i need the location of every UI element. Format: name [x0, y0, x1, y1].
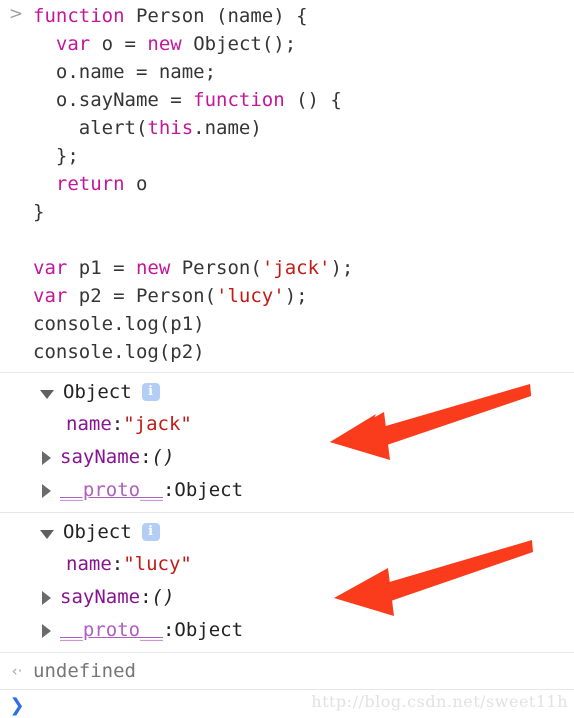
property-name: sayName	[60, 585, 141, 608]
property-name: __proto__	[60, 618, 163, 641]
property-name: sayName	[60, 445, 141, 468]
object-label: Object	[63, 381, 132, 403]
disclosure-triangle-open-icon[interactable]	[40, 389, 54, 399]
info-icon[interactable]: i	[141, 523, 160, 541]
disclosure-triangle-closed-icon[interactable]	[42, 590, 51, 605]
object-header[interactable]: Object i	[0, 517, 574, 547]
code-token: var	[33, 285, 68, 307]
object-property-row[interactable]: sayName: ()	[0, 440, 574, 473]
code-token: );	[330, 257, 354, 279]
devtools-console-panel: > function Person (name) { var o = new O…	[0, 0, 574, 718]
property-separator: :	[140, 445, 152, 468]
console-input-entry[interactable]: > function Person (name) { var o = new O…	[0, 0, 574, 372]
property-separator: :	[162, 478, 175, 501]
code-token: var	[55, 33, 91, 55]
code-token: o.sayName =	[33, 89, 194, 111]
property-separator: :	[111, 552, 124, 575]
return-value-chevron-icon: ‹·	[11, 662, 23, 680]
property-separator: :	[140, 585, 152, 608]
input-prompt-chevron-icon: >	[8, 4, 24, 24]
code-token: o =	[90, 33, 148, 55]
object-label: Object	[63, 521, 132, 543]
disclosure-triangle-closed-icon[interactable]	[42, 450, 51, 465]
code-token: .name)	[193, 117, 262, 139]
object-property-row[interactable]: __proto__: Object	[0, 613, 574, 646]
console-output-row: Object i name: "lucy" sayName: () __proto__:…	[0, 512, 574, 652]
property-value: ()	[151, 445, 175, 468]
code-token: p1 =	[67, 257, 136, 279]
console-output-row: Object i name: "jack" sayName: () __proto__:…	[0, 372, 574, 512]
console-return-value-row: ‹· undefined	[0, 652, 574, 689]
code-token: );	[284, 285, 308, 307]
code-token: function	[33, 5, 125, 27]
property-value: "lucy"	[123, 552, 192, 575]
code-token: 'jack'	[261, 257, 331, 279]
property-value: Object	[174, 478, 244, 501]
return-value-text: undefined	[33, 660, 136, 682]
code-token: function	[193, 89, 285, 111]
disclosure-triangle-closed-icon[interactable]	[42, 623, 51, 638]
source-code-block: function Person (name) { var o = new Obj…	[0, 2, 574, 366]
disclosure-triangle-open-icon[interactable]	[40, 529, 54, 539]
code-token: console.log(p1)	[33, 313, 205, 335]
code-token: return	[55, 173, 125, 195]
code-token: Person (name) {	[124, 5, 308, 27]
code-token: };	[33, 145, 79, 167]
watermark-url: http://blog.csdn.net/sweet11h	[311, 692, 568, 711]
code-token: alert(	[33, 117, 148, 139]
console-output-list: Object i name: "jack" sayName: () __proto__:…	[0, 372, 574, 652]
code-token: }	[33, 201, 45, 223]
code-token: Person(	[170, 257, 262, 279]
object-property-row: name: "lucy"	[0, 547, 574, 580]
object-property-row[interactable]: sayName: ()	[0, 580, 574, 613]
code-token: this	[147, 117, 194, 139]
property-value: Object	[174, 618, 244, 641]
property-name: __proto__	[60, 478, 163, 501]
code-token: o	[124, 173, 148, 195]
code-token: Object();	[181, 33, 297, 55]
live-prompt-chevron-icon: ❯	[9, 695, 25, 716]
property-name: name	[66, 412, 112, 435]
property-separator: :	[162, 618, 175, 641]
code-token: () {	[284, 89, 342, 111]
code-token: new	[147, 33, 182, 55]
code-token: 'lucy'	[216, 285, 285, 307]
code-token: o.name = name;	[33, 61, 217, 83]
property-name: name	[66, 552, 112, 575]
property-value: "jack"	[123, 412, 192, 435]
property-value: ()	[151, 585, 175, 608]
info-icon[interactable]: i	[141, 383, 160, 401]
disclosure-triangle-closed-icon[interactable]	[42, 483, 51, 498]
code-token: var	[33, 257, 68, 279]
code-token: p2 = Person(	[67, 285, 217, 307]
object-property-row[interactable]: __proto__: Object	[0, 473, 574, 506]
property-separator: :	[111, 412, 124, 435]
code-token: console.log(p2)	[33, 341, 205, 363]
object-property-row: name: "jack"	[0, 407, 574, 440]
object-header[interactable]: Object i	[0, 377, 574, 407]
code-token: new	[135, 257, 171, 279]
